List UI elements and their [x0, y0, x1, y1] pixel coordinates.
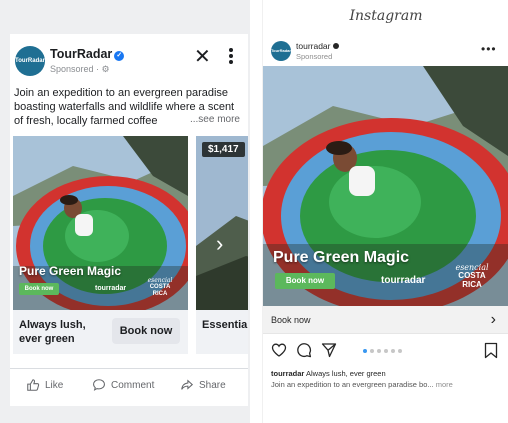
comment-button[interactable]: Comment: [92, 378, 154, 392]
verified-badge-icon: [332, 43, 339, 49]
pager-dot: [363, 349, 367, 353]
comment-icon: [93, 379, 105, 391]
overlay-book-button: Book now: [275, 273, 335, 289]
landscape-photo: $1,417: [196, 136, 248, 310]
instagram-ad-preview: Instagram TourRadar tourradar Sponsored …: [262, 0, 508, 423]
more-options-icon[interactable]: •••: [481, 42, 497, 56]
caption-body: Join an expedition to an evergreen parad…: [271, 380, 503, 389]
like-button[interactable]: Like: [26, 378, 63, 392]
carousel-card[interactable]: Pure Green Magic Book now tourradar esen…: [13, 136, 188, 354]
tourradar-logo: tourradar: [381, 275, 426, 286]
pager-dot: [391, 349, 395, 353]
like-label: Like: [45, 379, 64, 391]
thumbs-up-icon: [27, 379, 40, 391]
caption-more-link[interactable]: more: [436, 380, 453, 389]
tourradar-logo: tourradar: [95, 285, 127, 292]
comment-icon[interactable]: [296, 342, 312, 358]
carousel-headline: Always lush, ever green: [19, 319, 86, 345]
dancer-photo: Pure Green Magic Book now tourradar esen…: [13, 136, 188, 310]
page-name-label[interactable]: TourRadar: [50, 47, 112, 61]
carousel-headline: Essential Costa Rica - F: [202, 319, 248, 331]
post-actions: [271, 342, 337, 358]
caption-headline: tourradar Always lush, ever green: [271, 369, 386, 378]
account-name[interactable]: tourradar: [296, 41, 339, 51]
book-now-label[interactable]: Book now: [271, 315, 311, 325]
caption-body-text: Join an expedition to an evergreen parad…: [271, 380, 434, 389]
heart-icon[interactable]: [271, 342, 287, 358]
overlay-book-button: Book now: [19, 283, 59, 295]
carousel-pager: [363, 349, 402, 353]
carousel-card-footer: Essential Costa Rica - F: [196, 310, 248, 354]
book-now-button[interactable]: Book now: [112, 318, 180, 344]
pager-dot: [377, 349, 381, 353]
pager-dot: [384, 349, 388, 353]
divider: [10, 368, 248, 369]
price-badge: $1,417: [202, 142, 245, 157]
pager-dot: [370, 349, 374, 353]
dancer-photo[interactable]: Pure Green Magic Book now tourradar esen…: [263, 66, 508, 306]
avatar[interactable]: TourRadar: [271, 41, 291, 61]
see-more-link[interactable]: ...see more: [185, 114, 240, 125]
book-now-bar[interactable]: Book now ›: [263, 306, 508, 334]
chevron-right-icon[interactable]: ›: [491, 311, 496, 329]
more-options-icon[interactable]: [227, 46, 235, 68]
avatar[interactable]: TourRadar: [15, 46, 45, 76]
costa-rica-logo: esencial COSTA RICA: [455, 263, 489, 289]
overlay-headline: Pure Green Magic: [19, 264, 122, 278]
costa-rica-logo: esencial COSTA RICA: [147, 277, 173, 297]
share-label: Share: [199, 379, 226, 391]
page-name[interactable]: TourRadar ✓: [50, 47, 125, 61]
share-icon: [181, 379, 194, 390]
close-icon[interactable]: ✕: [194, 47, 211, 67]
caption-username[interactable]: tourradar: [271, 369, 304, 378]
instagram-logo: Instagram: [349, 8, 423, 24]
sponsored-label: Sponsored: [296, 52, 333, 61]
account-name-label[interactable]: tourradar: [296, 41, 331, 51]
ad-carousel[interactable]: Pure Green Magic Book now tourradar esen…: [13, 136, 248, 354]
bookmark-icon[interactable]: [484, 342, 498, 359]
share-button[interactable]: Share: [180, 378, 226, 392]
facebook-post-card: TourRadar TourRadar ✓ Sponsored · ⚙ ✕ Joi…: [10, 34, 248, 406]
caption-text: Always lush, ever green: [306, 369, 386, 378]
carousel-card-footer: Always lush, ever green Book now: [13, 310, 188, 354]
sponsored-label: Sponsored · ⚙: [50, 64, 110, 74]
overlay-headline: Pure Green Magic: [273, 249, 410, 266]
facebook-ad-preview: TourRadar TourRadar ✓ Sponsored · ⚙ ✕ Joi…: [0, 0, 250, 423]
pager-dot: [398, 349, 402, 353]
verified-badge-icon: ✓: [114, 51, 125, 61]
carousel-next-icon[interactable]: ›: [216, 231, 223, 257]
comment-label: Comment: [111, 379, 155, 391]
send-icon[interactable]: [321, 342, 337, 358]
